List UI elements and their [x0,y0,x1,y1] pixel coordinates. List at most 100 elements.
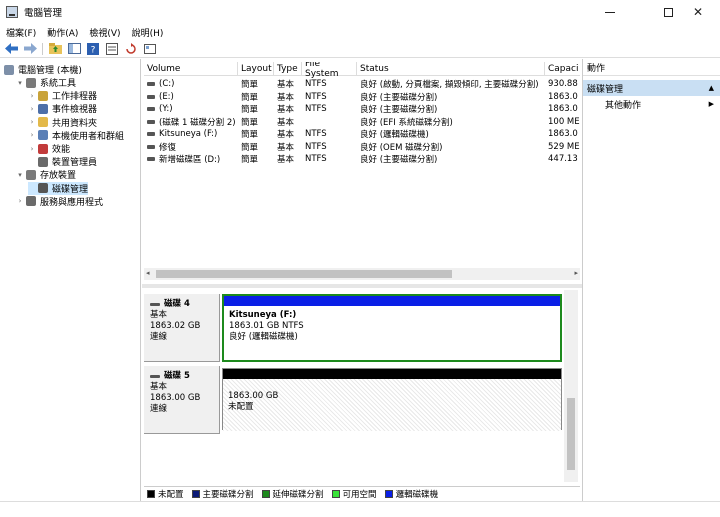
collapsed-chevron-icon[interactable]: › [28,131,36,139]
minimize-button[interactable] [588,0,632,24]
export-icon[interactable] [143,42,157,56]
tree-item[interactable]: › 工作排程器 [28,89,97,102]
volume-list: Volume Layout Type File System Status Ca… [144,62,580,272]
col-status[interactable]: Status [357,62,545,76]
volume-cell-capacity[interactable]: 930.88 [548,78,580,90]
volume-cell-status[interactable]: 良好 (主要磁碟分割) [360,91,545,103]
volume-cell-volume[interactable]: 新增磁碟區 (D:) [147,153,238,165]
volume-cell-volume[interactable]: (E:) [147,91,238,103]
tree-item[interactable]: › 共用資料夾 [28,116,97,129]
up-folder-icon[interactable] [48,42,62,56]
scroll-left-icon[interactable]: ◂ [146,269,150,277]
volume-cell-volume[interactable]: (磁碟 1 磁碟分割 2) [147,116,238,128]
more-actions[interactable]: 其他動作 ▶ [583,96,720,112]
volume-cell-capacity[interactable]: 447.13 [548,153,580,165]
back-arrow-icon[interactable] [4,42,18,56]
status-bar [0,501,720,517]
volume-cell-status[interactable]: 良好 (邏輯磁碟機) [360,128,545,140]
tree-item[interactable]: › 本機使用者和群組 [28,129,124,142]
volume-cell-type[interactable]: 基本 [277,128,302,140]
volume-cell-volume[interactable]: Kitsuneya (F:) [147,128,238,140]
collapsed-chevron-icon[interactable]: › [28,105,36,113]
collapse-up-icon[interactable]: ▲ [709,84,714,92]
volume-cell-capacity[interactable]: 100 ME [548,116,580,128]
volume-cell-layout[interactable]: 簡單 [241,128,274,140]
volume-cell-capacity[interactable]: 529 ME [548,141,580,153]
disk-4-info[interactable]: 磁碟 4 基本 1863.02 GB 連線 [144,294,220,362]
volume-cell-filesystem[interactable]: NTFS [305,103,357,115]
volume-cell-type[interactable]: 基本 [277,78,302,90]
menu-view[interactable]: 檢視(V) [89,26,120,39]
volume-cell-status[interactable]: 良好 (OEM 磁碟分割) [360,141,545,153]
col-capacity[interactable]: Capaci [545,62,580,76]
close-button[interactable]: ✕ [676,0,720,24]
volume-cell-type[interactable]: 基本 [277,141,302,153]
volume-cell-type[interactable]: 基本 [277,116,302,128]
volume-cell-layout[interactable]: 簡單 [241,103,274,115]
volume-cell-status[interactable]: 良好 (EFI 系統磁碟分割) [360,116,545,128]
volume-cell-type[interactable]: 基本 [277,91,302,103]
collapsed-chevron-icon[interactable]: › [16,197,24,205]
menu-action[interactable]: 動作(A) [47,26,78,39]
volume-cell-capacity[interactable]: 1863.0 [548,128,580,140]
tree-item[interactable]: › 服務與應用程式 [16,195,103,208]
scroll-right-icon[interactable]: ▸ [574,269,578,277]
partition-unallocated[interactable]: 1863.00 GB 未配置 [222,368,562,431]
help-icon[interactable]: ? [86,42,100,56]
volume-cell-layout[interactable]: 簡單 [241,116,274,128]
volume-cell-type[interactable]: 基本 [277,103,302,115]
volume-cell-text: NTFS [305,79,327,89]
volume-cell-layout[interactable]: 簡單 [241,141,274,153]
volume-cell-filesystem[interactable]: NTFS [305,153,357,165]
tree-item[interactable]: 裝置管理員 [28,155,97,168]
volume-cell-layout[interactable]: 簡單 [241,153,274,165]
actions-selected[interactable]: 磁碟管理 ▲ [583,80,720,96]
volume-cell-volume[interactable]: (Y:) [147,103,238,115]
volume-cell-status[interactable]: 良好 (啟動, 分頁檔案, 擷毀傾印, 主要磁碟分割) [360,78,545,90]
forward-arrow-icon[interactable] [23,42,37,56]
volume-cell-layout[interactable]: 簡單 [241,91,274,103]
volume-cell-text: 100 ME [548,116,580,127]
volume-cell-status[interactable]: 良好 (主要磁碟分割) [360,103,545,115]
col-filesystem[interactable]: File System [302,62,357,79]
tree-item[interactable]: › 事件檢視器 [28,102,97,115]
show-tree-icon[interactable] [67,42,81,56]
disk-management-pane: Volume Layout Type File System Status Ca… [142,59,582,501]
refresh-icon[interactable] [124,42,138,56]
tree-item[interactable]: 磁碟管理 [28,181,89,195]
properties-icon[interactable] [105,42,119,56]
col-volume[interactable]: Volume [144,62,238,76]
volume-cell-text: 基本 [277,105,295,115]
tree-item[interactable]: › 效能 [28,142,70,155]
collapsed-chevron-icon[interactable]: › [28,145,36,153]
volume-cell-capacity[interactable]: 1863.0 [548,91,580,103]
col-layout[interactable]: Layout [238,62,274,76]
volume-cell-filesystem[interactable]: NTFS [305,78,357,90]
partition-kitsuneya[interactable]: Kitsuneya (F:) 1863.01 GB NTFS 良好 (邏輯磁碟機… [222,294,562,362]
volume-cell-status[interactable]: 良好 (主要磁碟分割) [360,153,545,165]
tree-item[interactable]: ▾ 存放裝置 [16,168,76,181]
expanded-chevron-icon[interactable]: ▾ [16,171,24,179]
disk-5-info[interactable]: 磁碟 5 基本 1863.00 GB 連線 [144,366,220,434]
expanded-chevron-icon[interactable]: ▾ [16,79,24,87]
menu-help[interactable]: 說明(H) [132,26,164,39]
collapsed-chevron-icon[interactable]: › [28,92,36,100]
volume-cell-type[interactable]: 基本 [277,153,302,165]
menu-file[interactable]: 檔案(F) [6,26,36,39]
horizontal-scrollbar[interactable]: ◂ ▸ [144,268,580,280]
volume-cell-filesystem[interactable]: NTFS [305,91,357,103]
volume-cell-volume[interactable]: (C:) [147,78,238,90]
volume-cell-volume[interactable]: 修復 [147,141,238,153]
vertical-scrollbar[interactable] [564,290,578,482]
volume-cell-capacity[interactable]: 1863.0 [548,103,580,115]
volume-cell-layout[interactable]: 簡單 [241,78,274,90]
collapsed-chevron-icon[interactable]: › [28,118,36,126]
tree-root[interactable]: 電腦管理 (本機) [4,63,82,76]
scroll-thumb[interactable] [156,270,452,278]
tree-item[interactable]: ▾ 系統工具 [16,76,76,89]
volume-cell-filesystem[interactable] [305,116,357,128]
col-type[interactable]: Type [274,62,302,76]
scroll-thumb[interactable] [567,398,575,470]
volume-cell-filesystem[interactable]: NTFS [305,141,357,153]
volume-cell-filesystem[interactable]: NTFS [305,128,357,140]
